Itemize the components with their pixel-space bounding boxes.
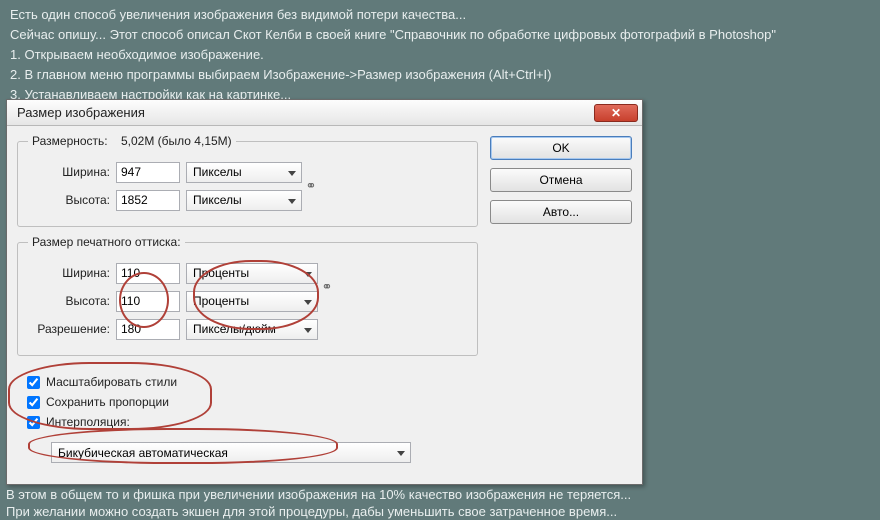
height-label: Высота: bbox=[28, 193, 110, 207]
auto-button[interactable]: Авто... bbox=[490, 200, 632, 224]
width-label: Ширина: bbox=[28, 165, 110, 179]
document-size-group: Размер печатного оттиска: Ширина: Процен… bbox=[17, 235, 478, 356]
constrain-label: Сохранить пропорции bbox=[46, 395, 169, 409]
article-intro: Есть один способ увеличения изображения … bbox=[0, 0, 880, 110]
doc-width-label: Ширина: bbox=[28, 266, 110, 280]
scale-styles-input[interactable] bbox=[27, 376, 40, 389]
resolution-input[interactable] bbox=[116, 319, 180, 340]
cancel-button[interactable]: Отмена bbox=[490, 168, 632, 192]
pixel-width-unit-select[interactable]: Пикселы bbox=[186, 162, 302, 183]
resample-checkbox[interactable]: Интерполяция: bbox=[27, 412, 472, 432]
scale-styles-checkbox[interactable]: Масштабировать стили bbox=[27, 372, 472, 392]
intro-line: 1. Открываем необходимое изображение. bbox=[10, 46, 870, 64]
scale-styles-label: Масштабировать стили bbox=[46, 375, 177, 389]
outro-line: В этом в общем то и фишка при увеличении… bbox=[6, 487, 631, 502]
doc-width-input[interactable] bbox=[116, 263, 180, 284]
constrain-proportions-checkbox[interactable]: Сохранить пропорции bbox=[27, 392, 472, 412]
close-button[interactable]: ✕ bbox=[594, 104, 638, 122]
dialog-titlebar: Размер изображения ✕ bbox=[7, 100, 642, 126]
ok-button[interactable]: OK bbox=[490, 136, 632, 160]
resample-input[interactable] bbox=[27, 416, 40, 429]
dimension-label: Размерность: bbox=[32, 134, 108, 148]
intro-line: 2. В главном меню программы выбираем Изо… bbox=[10, 66, 870, 84]
pixel-width-input[interactable] bbox=[116, 162, 180, 183]
doc-width-unit-select[interactable]: Проценты bbox=[186, 263, 318, 284]
intro-line: Сейчас опишу... Этот способ описал Скот … bbox=[10, 26, 870, 44]
link-icon: ⚭ bbox=[318, 262, 336, 312]
article-outro: В этом в общем то и фишка при увеличении… bbox=[6, 486, 874, 520]
constrain-input[interactable] bbox=[27, 396, 40, 409]
resolution-unit-select[interactable]: Пикселы/дюйм bbox=[186, 319, 318, 340]
pixel-dimensions-group: Размерность: 5,02M (было 4,15M) Ширина: … bbox=[17, 134, 478, 227]
document-size-legend: Размер печатного оттиска: bbox=[28, 235, 185, 249]
dialog-title: Размер изображения bbox=[17, 105, 594, 120]
doc-height-label: Высота: bbox=[28, 294, 110, 308]
interpolation-method-select[interactable]: Бикубическая автоматическая bbox=[51, 442, 411, 463]
resolution-label: Разрешение: bbox=[28, 322, 110, 336]
close-icon: ✕ bbox=[611, 106, 621, 120]
pixel-height-input[interactable] bbox=[116, 190, 180, 211]
image-size-dialog: Размер изображения ✕ Размерность: 5,02M … bbox=[6, 99, 643, 485]
pixel-height-unit-select[interactable]: Пикселы bbox=[186, 190, 302, 211]
intro-line: Есть один способ увеличения изображения … bbox=[10, 6, 870, 24]
dimension-value: 5,02M (было 4,15M) bbox=[121, 134, 232, 148]
link-icon: ⚭ bbox=[302, 161, 320, 211]
doc-height-unit-select[interactable]: Проценты bbox=[186, 291, 318, 312]
resample-label: Интерполяция: bbox=[46, 415, 130, 429]
doc-height-input[interactable] bbox=[116, 291, 180, 312]
options-checks: Масштабировать стили Сохранить пропорции… bbox=[17, 364, 478, 438]
